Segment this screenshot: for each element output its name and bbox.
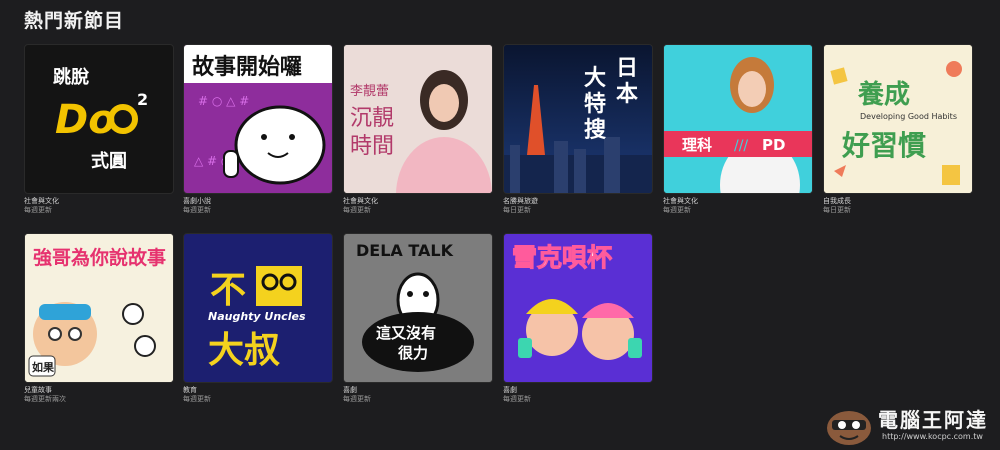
svg-text:大叔: 大叔 [208, 330, 280, 371]
svg-text:養成: 養成 [857, 80, 910, 110]
show-category: 社會與文化 [663, 197, 698, 205]
show-frequency: 每週更新 [663, 206, 691, 214]
cover-art: 理科 /// PD [664, 45, 812, 193]
show-frequency: 每週更新 [183, 206, 211, 214]
show-card[interactable]: 養成 Developing Good Habits 好習慣 自我成長 每日更新 [823, 44, 973, 215]
show-category: 喜劇小說 [183, 197, 211, 205]
svg-text:本: 本 [616, 82, 638, 107]
svg-text:時間: 時間 [350, 134, 394, 159]
show-frequency: 每週更新 [343, 206, 371, 214]
svg-text:雪克唄杯: 雪克唄杯 [512, 243, 612, 272]
show-frequency: 每日更新 [503, 206, 531, 214]
svg-text:式圓: 式圓 [91, 150, 127, 172]
svg-text:不: 不 [210, 270, 246, 311]
svg-text:理科: 理科 [682, 136, 712, 154]
cover-art: 雪克唄杯 [504, 234, 652, 382]
show-cover[interactable]: 養成 Developing Good Habits 好習慣 [823, 44, 973, 194]
show-card[interactable]: 強哥為你說故事 如果 兒童故事 每週更新兩次 [24, 233, 174, 404]
show-card[interactable]: 李靚蕾 沉靚 時間 社會與文化 每週更新 [343, 44, 493, 215]
svg-text:2: 2 [137, 90, 148, 109]
svg-text:# ○ △ #: # ○ △ # [198, 94, 249, 108]
cover-art: 李靚蕾 沉靚 時間 [344, 45, 492, 193]
svg-text:這又沒有: 這又沒有 [376, 324, 436, 342]
svg-text:///: /// [734, 138, 748, 154]
svg-text:強哥為你說故事: 強哥為你說故事 [33, 246, 166, 269]
show-frequency: 每週更新 [343, 395, 371, 403]
cover-art: 日 本 大 特 搜 [504, 45, 652, 193]
svg-text:跳脫: 跳脫 [53, 66, 90, 88]
show-cover[interactable]: 強哥為你說故事 如果 [24, 233, 174, 383]
show-card[interactable]: DELA TALK 這又沒有 很力 喜劇 每週更新 [343, 233, 493, 404]
cover-art: 強哥為你說故事 如果 [25, 234, 173, 382]
show-card[interactable]: 不 Naughty Uncles 大叔 教育 每週更新 [183, 233, 333, 404]
svg-text:搜: 搜 [584, 118, 607, 143]
show-card[interactable]: 理科 /// PD 社會與文化 每週更新 [663, 44, 813, 215]
show-category: 社會與文化 [343, 197, 378, 205]
show-frequency: 每週更新 [503, 395, 531, 403]
svg-text:好習慣: 好習慣 [841, 129, 926, 162]
svg-text:大: 大 [584, 66, 606, 91]
svg-text:如果: 如果 [32, 360, 54, 374]
show-cover[interactable]: 雪克唄杯 [503, 233, 653, 383]
svg-text:沉靚: 沉靚 [350, 106, 394, 131]
svg-text:PD: PD [762, 136, 785, 154]
svg-text:特: 特 [584, 91, 606, 117]
cover-art: DELA TALK 這又沒有 很力 [344, 234, 492, 382]
show-category: 喜劇 [503, 386, 517, 394]
show-card[interactable]: 雪克唄杯 喜劇 每週更新 [503, 233, 653, 404]
show-category: 自我成長 [823, 197, 851, 205]
show-category: 名勝與旅遊 [503, 197, 538, 205]
svg-text:Do: Do [55, 97, 116, 143]
show-card[interactable]: 故事開始囉 # ○ △ # △ # ○ 喜劇小說 每週更新 [183, 44, 333, 215]
cover-art: 跳脫 Do 2 式圓 [53, 66, 148, 172]
show-card[interactable]: 日 本 大 特 搜 名勝與旅遊 每日更新 [503, 44, 653, 215]
section-title: 熱門新節目 [24, 10, 125, 32]
show-frequency: 每日更新 [823, 206, 851, 214]
mascot-icon [827, 411, 871, 445]
show-cover[interactable]: 不 Naughty Uncles 大叔 [183, 233, 333, 383]
svg-text:故事開始囉: 故事開始囉 [192, 54, 302, 80]
cover-art: 故事開始囉 # ○ △ # △ # ○ [184, 45, 332, 185]
show-cover[interactable]: 李靚蕾 沉靚 時間 [343, 44, 493, 194]
show-cover[interactable]: 跳脫 Do 2 式圓 [24, 44, 174, 194]
watermark-text: 電腦王阿達 [878, 408, 988, 432]
cover-art: 養成 Developing Good Habits 好習慣 [824, 45, 972, 193]
svg-text:Developing Good Habits: Developing Good Habits [860, 112, 957, 121]
watermark: 電腦王阿達 http://www.kocpc.com.tw [822, 402, 992, 446]
svg-text:DELA TALK: DELA TALK [356, 241, 454, 260]
show-category: 社會與文化 [24, 197, 59, 205]
show-category: 喜劇 [343, 386, 357, 394]
show-frequency: 每週更新 [183, 395, 211, 403]
show-category: 教育 [183, 386, 197, 394]
svg-text:很力: 很力 [397, 344, 428, 362]
show-cover[interactable]: DELA TALK 這又沒有 很力 [343, 233, 493, 383]
show-frequency: 每週更新 [24, 206, 52, 214]
show-frequency: 每週更新兩次 [24, 395, 66, 403]
show-category: 兒童故事 [24, 386, 52, 394]
show-card[interactable]: 跳脫 Do 2 式圓 社會與文化 每週更新 [24, 44, 174, 215]
svg-text:日: 日 [616, 56, 638, 81]
watermark-url: http://www.kocpc.com.tw [882, 432, 983, 441]
show-cover[interactable]: 日 本 大 特 搜 [503, 44, 653, 194]
svg-text:李靚蕾: 李靚蕾 [350, 84, 389, 99]
cover-art: 不 Naughty Uncles 大叔 [184, 234, 332, 382]
svg-text:Naughty Uncles: Naughty Uncles [208, 310, 306, 323]
show-cover[interactable]: 故事開始囉 # ○ △ # △ # ○ [183, 44, 333, 194]
show-cover[interactable]: 理科 /// PD [663, 44, 813, 194]
